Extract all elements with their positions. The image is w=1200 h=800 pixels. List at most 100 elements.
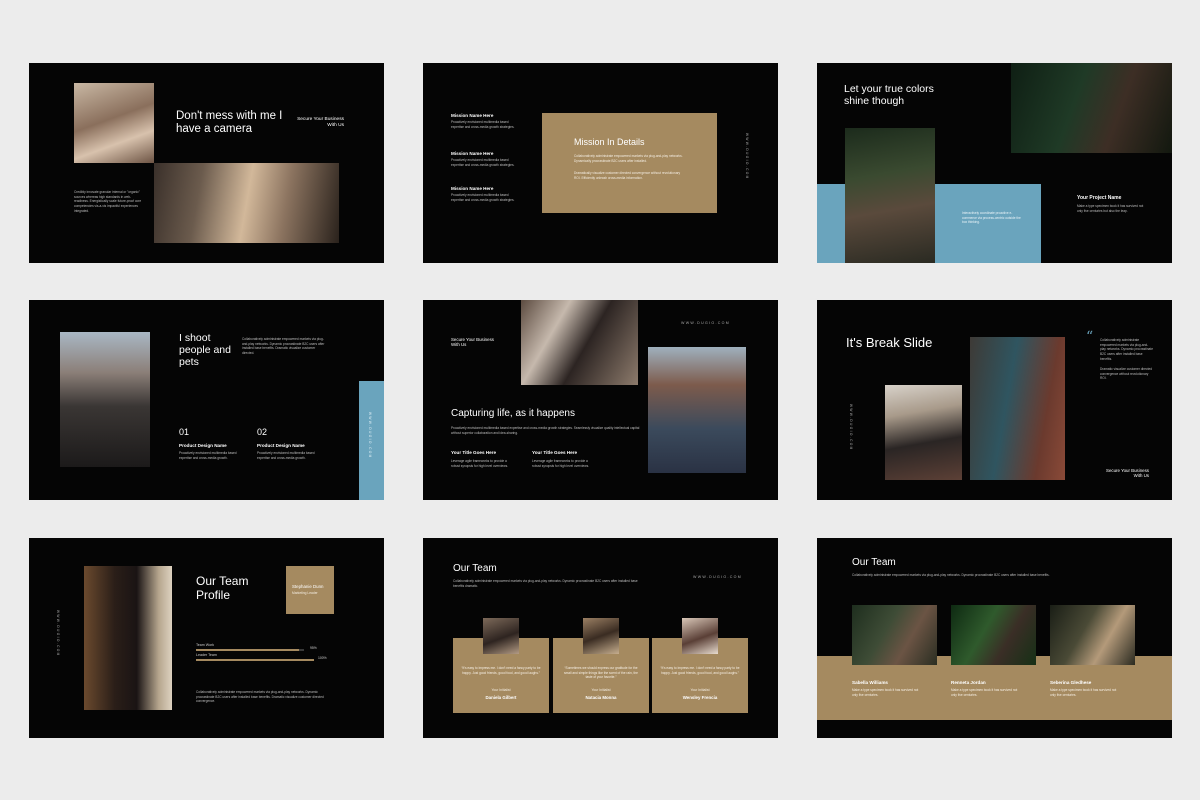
skill-row: Leader Team 100%: [196, 653, 328, 661]
member-name: Daniela Gilbert: [485, 695, 517, 700]
mission-text: Proactively envisioned multimedia based …: [451, 158, 515, 167]
mission-title: Mission Name Here: [451, 113, 494, 118]
slide-title: Our Team: [453, 563, 497, 574]
box-text: Dramatically visualize customer directed…: [574, 171, 681, 180]
product-text: Proactively envisioned multimedia based …: [257, 451, 315, 460]
tagline: Secure Your Business With Us: [451, 337, 494, 348]
member-label: Your Initialist: [591, 688, 611, 692]
profile-name: Stephanie Dunn: [292, 584, 324, 589]
photo-woman-window: [521, 300, 638, 385]
slide-3[interactable]: Let your true colors shine though Intera…: [817, 63, 1172, 263]
skill-label: Team Work: [196, 643, 215, 647]
vertical-url: WWW.DUGIO.COM: [368, 412, 372, 459]
member-label: Your Initialist: [690, 688, 710, 692]
vertical-url: WWW.DUGIO.COM: [849, 404, 853, 451]
member-text: Make a type specimen book it has survive…: [852, 688, 919, 697]
tagline: Secure Your Business With Us: [297, 117, 344, 128]
body-text: Collaboratively administrate empowered m…: [242, 337, 325, 355]
slide-title: Our Team Profile: [196, 574, 249, 602]
project-title: Your Project Name: [1077, 195, 1122, 201]
mission-text: Proactively envisioned multimedia based …: [451, 193, 515, 202]
mission-item: Mission Name Here Proactively envisioned…: [451, 186, 516, 202]
member-quote: “Sometimes we should express our gratitu…: [564, 666, 638, 680]
slide-title: I shoot people and pets: [179, 332, 231, 369]
slide-5[interactable]: Secure Your Business With Us WWW.DUGIO.C…: [423, 300, 778, 500]
mission-text: Proactively envisioned multimedia based …: [451, 120, 515, 129]
slide-7[interactable]: WWW.DUGIO.COM Our Team Profile Stephanie…: [29, 538, 384, 738]
skill-bar: [196, 649, 304, 651]
slide-6[interactable]: It's Break Slide WWW.DUGIO.COM “ Collabo…: [817, 300, 1172, 500]
slide-4[interactable]: I shoot people and pets Collaboratively …: [29, 300, 384, 500]
box-title: Mission In Details: [574, 137, 645, 147]
body-text: Credibly innovate granular internal or "…: [74, 190, 142, 213]
photo-member: [583, 618, 619, 654]
member-text: Make a type specimen book it has survive…: [1050, 688, 1117, 697]
project-text: Make a type specimen book it has survive…: [1077, 204, 1144, 213]
photo-blonde-woman: [154, 163, 339, 243]
product-title: Product Design Name: [257, 443, 305, 448]
slide-title: Our Team: [852, 557, 896, 568]
member-name: Seberina Gledhese: [1050, 680, 1092, 685]
photo-member: [483, 618, 519, 654]
mission-item: Mission Name Here Proactively envisioned…: [451, 113, 516, 129]
photo-member: [1050, 605, 1135, 665]
skill-bar: [196, 659, 314, 661]
photo-woman-doorway: [84, 566, 172, 710]
body-text: Collaboratively administrate empowered m…: [196, 690, 324, 704]
profile-role: Marketing Leader: [292, 591, 318, 595]
product-text: Proactively envisioned multimedia based …: [179, 451, 237, 460]
photo-member: [951, 605, 1036, 665]
skill-percent: 100%: [318, 656, 327, 660]
photo-woman-hoodie: [885, 385, 962, 480]
photo-two-women: [74, 83, 154, 163]
number-02: 02: [257, 427, 268, 437]
product-title: Product Design Name: [179, 443, 227, 448]
member-name: Sabella Williams: [852, 680, 888, 685]
slide-title: Don't mess with me I have a camera: [176, 110, 283, 136]
vertical-url: WWW.DUGIO.COM: [56, 610, 60, 657]
body-text: Collaboratively administrate empowered m…: [1100, 338, 1153, 361]
blue-text: Interactively coordinate proactive e-com…: [962, 211, 1021, 225]
slide-title: Capturing life, as it happens: [451, 408, 575, 419]
number-01: 01: [179, 427, 190, 437]
photo-woman-brick-wall: [970, 337, 1065, 480]
url-text: WWW.DUGIO.COM: [681, 321, 731, 325]
mission-item: Mission Name Here Proactively envisioned…: [451, 151, 516, 167]
photo-man-backpack: [60, 332, 150, 467]
tagline: Secure Your Business With Us: [1106, 468, 1149, 479]
photo-woman-scarf: [1011, 63, 1172, 153]
feature-text: Leverage agile frameworks to provide a r…: [532, 459, 590, 468]
member-name: Natacia Monna: [585, 695, 617, 700]
slide-1[interactable]: Don't mess with me I have a camera Secur…: [29, 63, 384, 263]
member-name: Renneta Jordan: [951, 680, 986, 685]
skill-label: Leader Team: [196, 653, 217, 657]
photo-member: [682, 618, 718, 654]
photo-member: [852, 605, 937, 665]
member-name: Wensley Frencia: [682, 695, 718, 700]
member-text: Make a type specimen book it has survive…: [951, 688, 1018, 697]
feature-title: Your Title Goes Here: [451, 450, 497, 455]
photo-woman-denim: [648, 347, 746, 473]
url-text: WWW.DUGIO.COM: [693, 575, 743, 579]
body-text: Proactively envisioned multimedia based …: [451, 426, 640, 435]
mission-title: Mission Name Here: [451, 151, 494, 156]
body-text: Collaboratively administrate empowered m…: [453, 579, 638, 588]
feature-title: Your Title Goes Here: [532, 450, 578, 455]
quote-icon: “: [1086, 329, 1094, 345]
member-quote: “It's easy to impress me. I don't need a…: [660, 666, 740, 675]
skill-bar-fill: [196, 659, 314, 661]
slide-8[interactable]: Our Team Collaboratively administrate em…: [423, 538, 778, 738]
slide-title: Let your true colors shine though: [844, 83, 934, 108]
body-text: Collaboratively administrate empowered m…: [852, 573, 1050, 577]
body-text: Dramatic visualize customer directed con…: [1100, 367, 1153, 381]
box-text: Collaboratively administrate empowered m…: [574, 154, 683, 163]
slide-2[interactable]: Mission Name Here Proactively envisioned…: [423, 63, 778, 263]
slide-9[interactable]: Our Team Collaboratively administrate em…: [817, 538, 1172, 738]
member-label: Your Initialist: [491, 688, 511, 692]
photo-woman-palms: [845, 128, 935, 263]
profile-box: Stephanie Dunn Marketing Leader: [286, 566, 334, 614]
member-quote: “It's easy to impress me. I don't need a…: [461, 666, 541, 675]
mission-title: Mission Name Here: [451, 186, 494, 191]
mission-details-box: Mission In Details Collaboratively admin…: [542, 113, 717, 213]
vertical-url: WWW.DUGIO.COM: [745, 133, 749, 180]
